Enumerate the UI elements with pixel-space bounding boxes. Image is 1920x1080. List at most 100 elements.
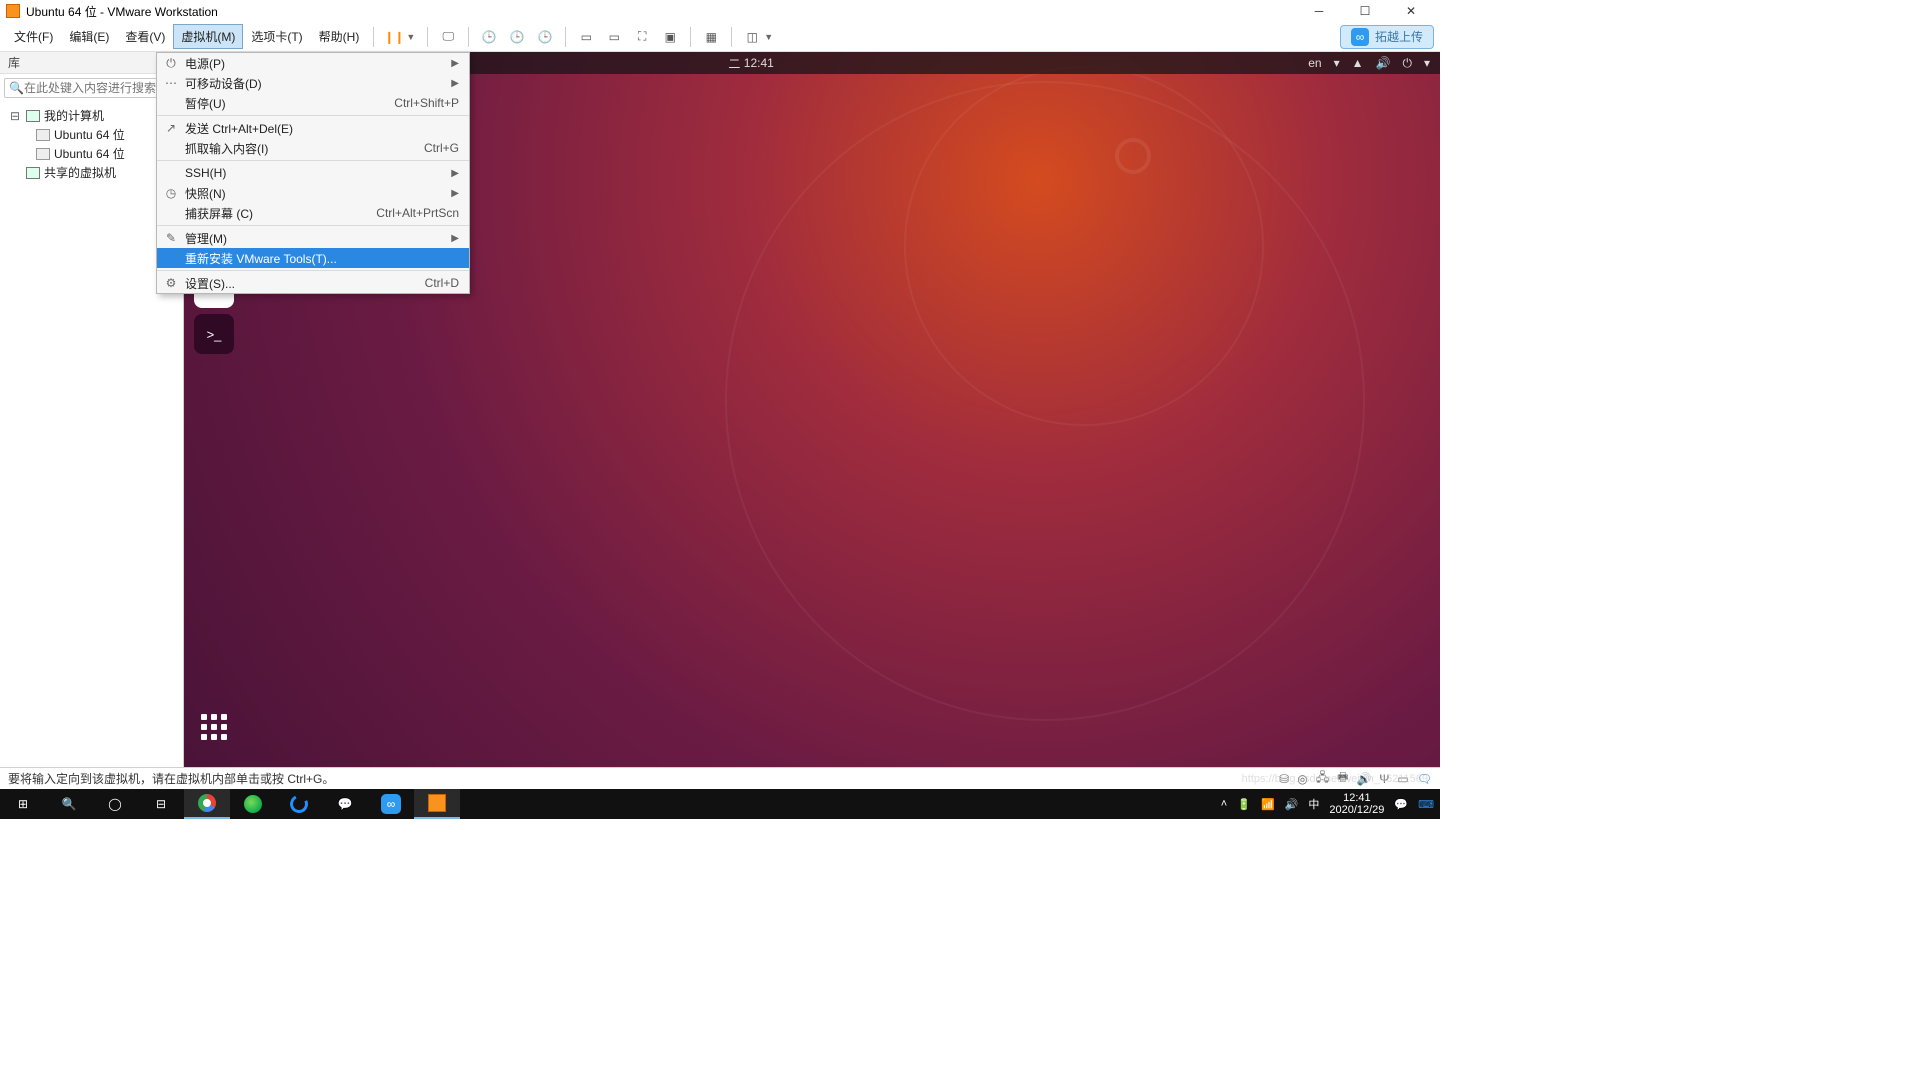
dock-terminal[interactable]: >_ — [194, 314, 234, 354]
vm-icon — [36, 148, 50, 160]
chrome-icon — [198, 794, 216, 812]
menu-item-icon: ⋯ — [163, 76, 179, 90]
menu-item[interactable]: ⚙设置(S)...Ctrl+D — [157, 273, 469, 293]
vm-menu-dropdown: ⏻电源(P)▶⋯可移动设备(D)▶暂停(U)Ctrl+Shift+P↗发送 Ct… — [156, 52, 470, 294]
submenu-arrow-icon: ▶ — [451, 188, 459, 199]
close-button[interactable]: ✕ — [1388, 0, 1434, 22]
menu-item[interactable]: ⏻电源(P)▶ — [157, 53, 469, 73]
host-icon — [26, 110, 40, 122]
toolbar-separator — [731, 27, 732, 47]
collapse-icon[interactable]: ⊟ — [10, 109, 22, 123]
toolbar-separator — [373, 27, 374, 47]
menu-view[interactable]: 查看(V) — [117, 24, 173, 49]
tray-expand-icon[interactable]: ˄ — [1221, 798, 1227, 810]
tray-ime-lang[interactable]: 中 — [1308, 796, 1319, 812]
tray-wifi-icon[interactable]: 📶 — [1261, 798, 1275, 811]
taskbar-wechat[interactable]: 💬 — [322, 789, 368, 819]
vmware-app-icon — [6, 4, 20, 18]
menu-edit[interactable]: 编辑(E) — [61, 24, 117, 49]
pause-button[interactable]: ❙❙ — [382, 25, 406, 49]
menu-item-icon: ◷ — [163, 186, 179, 200]
tree-shared-label: 共享的虚拟机 — [44, 164, 116, 181]
menu-item-label: 电源(P) — [185, 55, 225, 72]
tree-vm-item[interactable]: Ubuntu 64 位 — [6, 144, 177, 163]
ubuntu-day[interactable]: 二 — [728, 55, 740, 72]
watermark: https://blog.csdn.net/weixin_46211569 — [1242, 773, 1428, 785]
tree-shared-vms[interactable]: 共享的虚拟机 — [6, 163, 177, 182]
taskbar-360[interactable] — [230, 789, 276, 819]
submenu-arrow-icon: ▶ — [451, 58, 459, 69]
volume-icon[interactable]: 🔊 — [1376, 56, 1391, 70]
menu-tabs[interactable]: 选项卡(T) — [243, 24, 310, 49]
menu-item-shortcut: Ctrl+D — [425, 276, 459, 290]
ubuntu-clock[interactable]: 12:41 — [744, 56, 774, 70]
maximize-button[interactable]: ☐ — [1342, 0, 1388, 22]
menu-item-shortcut: Ctrl+Alt+PrtScn — [376, 206, 459, 220]
ubuntu-lang[interactable]: en — [1308, 56, 1321, 70]
chevron-down-icon: ▾ — [1334, 56, 1340, 70]
menu-item[interactable]: 暂停(U)Ctrl+Shift+P — [157, 93, 469, 113]
view-unity-icon[interactable]: ▣ — [658, 25, 682, 49]
menu-help[interactable]: 帮助(H) — [311, 24, 368, 49]
tray-battery-icon[interactable]: 🔋 — [1237, 798, 1251, 811]
taskbar-vmware[interactable] — [414, 789, 460, 819]
menu-item[interactable]: 重新安装 VMware Tools(T)... — [157, 248, 469, 268]
notifications-icon[interactable]: 💬 — [1394, 798, 1408, 811]
cycle-dropdown-caret[interactable]: ▼ — [764, 32, 779, 42]
dock-show-apps[interactable] — [194, 707, 234, 747]
tree-root-mycomputer[interactable]: ⊟ 我的计算机 — [6, 106, 177, 125]
menu-item[interactable]: ✎管理(M)▶ — [157, 228, 469, 248]
menu-item[interactable]: 捕获屏幕 (C)Ctrl+Alt+PrtScn — [157, 203, 469, 223]
menu-item[interactable]: 抓取输入内容(I)Ctrl+G — [157, 138, 469, 158]
send-cad-icon[interactable]: 🖵 — [436, 25, 460, 49]
minimize-button[interactable]: ─ — [1296, 0, 1342, 22]
menu-item[interactable]: ⋯可移动设备(D)▶ — [157, 73, 469, 93]
search-button[interactable]: 🔍 — [46, 789, 92, 819]
tree-vm-item[interactable]: Ubuntu 64 位 — [6, 125, 177, 144]
cortana-button[interactable]: ◯ — [92, 789, 138, 819]
taskbar-ie[interactable] — [276, 789, 322, 819]
power-dropdown-caret[interactable]: ▼ — [406, 32, 421, 42]
menu-item-icon: ↗ — [163, 121, 179, 135]
menu-item[interactable]: ↗发送 Ctrl+Alt+Del(E) — [157, 118, 469, 138]
tree-vm-label: Ubuntu 64 位 — [54, 145, 125, 162]
upload-label: 拓越上传 — [1375, 28, 1423, 45]
menu-vm[interactable]: 虚拟机(M) — [173, 24, 243, 49]
menu-item[interactable]: SSH(H)▶ — [157, 163, 469, 183]
view-single-icon[interactable]: ▭ — [574, 25, 598, 49]
stretch-icon[interactable]: ▦ — [699, 25, 723, 49]
library-search[interactable]: 🔍 — [4, 78, 179, 98]
window-title: Ubuntu 64 位 - VMware Workstation — [26, 3, 1296, 20]
ubuntu-tray[interactable]: en ▾ ▲ 🔊 ⏻ ▾ — [1308, 56, 1430, 71]
power-icon[interactable]: ⏻ — [1402, 56, 1412, 71]
windows-taskbar: ⊞ 🔍 ◯ ⊟ 💬 ∞ ˄ 🔋 📶 🔊 中 12:41 2020/12/29 💬… — [0, 789, 1440, 819]
wallpaper-swirl — [904, 66, 1264, 426]
start-button[interactable]: ⊞ — [0, 789, 46, 819]
taskview-button[interactable]: ⊟ — [138, 789, 184, 819]
vmware-icon — [428, 794, 446, 812]
toolbar-separator — [468, 27, 469, 47]
search-icon: 🔍 — [9, 81, 24, 95]
input-panel-icon[interactable]: ⌨ — [1418, 798, 1434, 811]
toolbar-separator — [427, 27, 428, 47]
network-icon[interactable]: ▲ — [1352, 56, 1364, 70]
view-fullscreen-icon[interactable]: ⛶ — [630, 25, 654, 49]
snapshot-revert-icon[interactable]: 🕒 — [505, 25, 529, 49]
tray-volume-icon[interactable]: 🔊 — [1285, 798, 1299, 811]
view-multimon-icon[interactable]: ▭ — [602, 25, 626, 49]
menu-item[interactable]: ◷ 快照(N) ▶ — [157, 183, 469, 203]
snapshot-manage-icon[interactable]: 🕒 — [533, 25, 557, 49]
toolbar-separator — [690, 27, 691, 47]
submenu-arrow-icon: ▶ — [451, 168, 459, 179]
menu-item-label: 管理(M) — [185, 230, 227, 247]
upload-button[interactable]: ∞ 拓越上传 — [1340, 25, 1434, 49]
menu-item-shortcut: Ctrl+G — [424, 141, 459, 155]
snapshot-icon[interactable]: 🕒 — [477, 25, 501, 49]
menu-item-label: 快照(N) — [185, 185, 226, 202]
taskbar-clock[interactable]: 12:41 2020/12/29 — [1329, 792, 1384, 816]
cycle-icon[interactable]: ◫ — [740, 25, 764, 49]
menu-file[interactable]: 文件(F) — [6, 24, 61, 49]
taskbar-baidu[interactable]: ∞ — [368, 789, 414, 819]
taskbar-chrome[interactable] — [184, 789, 230, 819]
submenu-arrow-icon: ▶ — [451, 78, 459, 89]
